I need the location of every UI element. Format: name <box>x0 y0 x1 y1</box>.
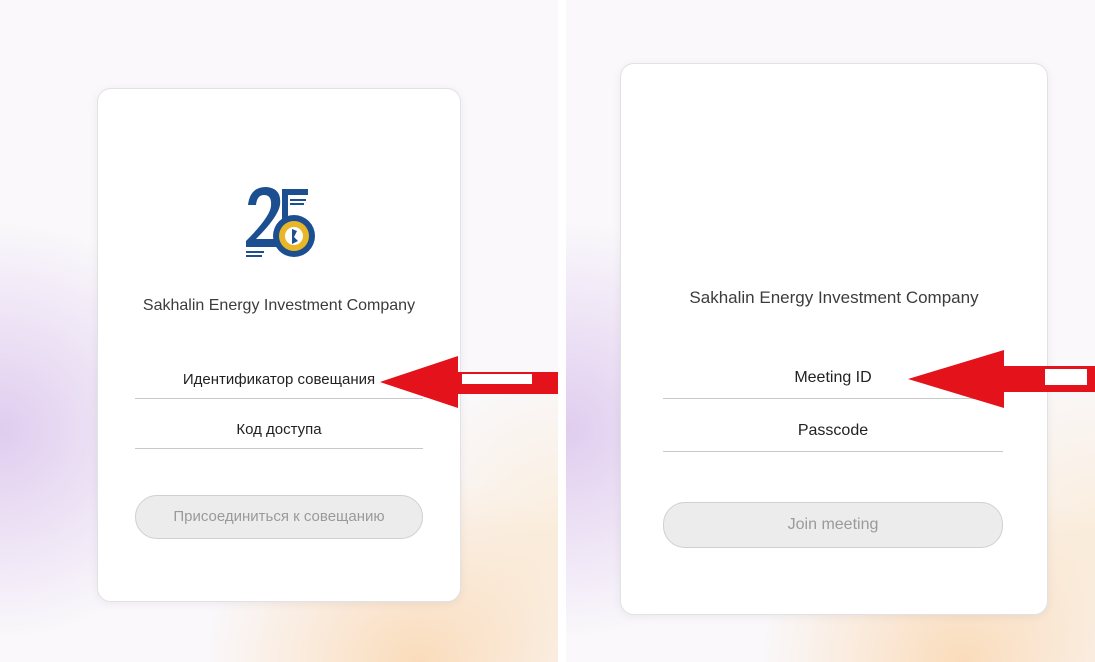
right-screenshot-panel: Sakhalin Energy Investment Company Meeti… <box>566 0 1095 662</box>
passcode-input[interactable]: Passcode <box>663 422 1003 452</box>
logo-five-top <box>282 189 308 195</box>
passcode-input[interactable]: Код доступа <box>135 421 423 449</box>
logo-caption-line <box>290 199 306 201</box>
logo-caption-line <box>246 251 264 253</box>
join-meeting-card: Sakhalin Energy Investment Company Meeti… <box>620 63 1048 615</box>
company-name: Sakhalin Energy Investment Company <box>142 297 416 314</box>
redacted-mark <box>462 374 532 384</box>
annotation-arrow <box>380 356 558 408</box>
join-meeting-button[interactable]: Присоединиться к совещанию <box>135 495 423 539</box>
redacted-mark <box>1045 369 1087 385</box>
left-screenshot-panel: Sakhalin Energy Investment Company Идент… <box>0 0 558 662</box>
company-logo <box>246 187 315 257</box>
logo-caption-line <box>246 255 262 257</box>
join-meeting-card: Sakhalin Energy Investment Company Идент… <box>97 88 461 602</box>
company-name: Sakhalin Energy Investment Company <box>689 288 979 307</box>
annotation-arrow <box>908 350 1095 408</box>
join-meeting-button[interactable]: Join meeting <box>663 502 1003 548</box>
logo-caption-line <box>290 203 304 205</box>
